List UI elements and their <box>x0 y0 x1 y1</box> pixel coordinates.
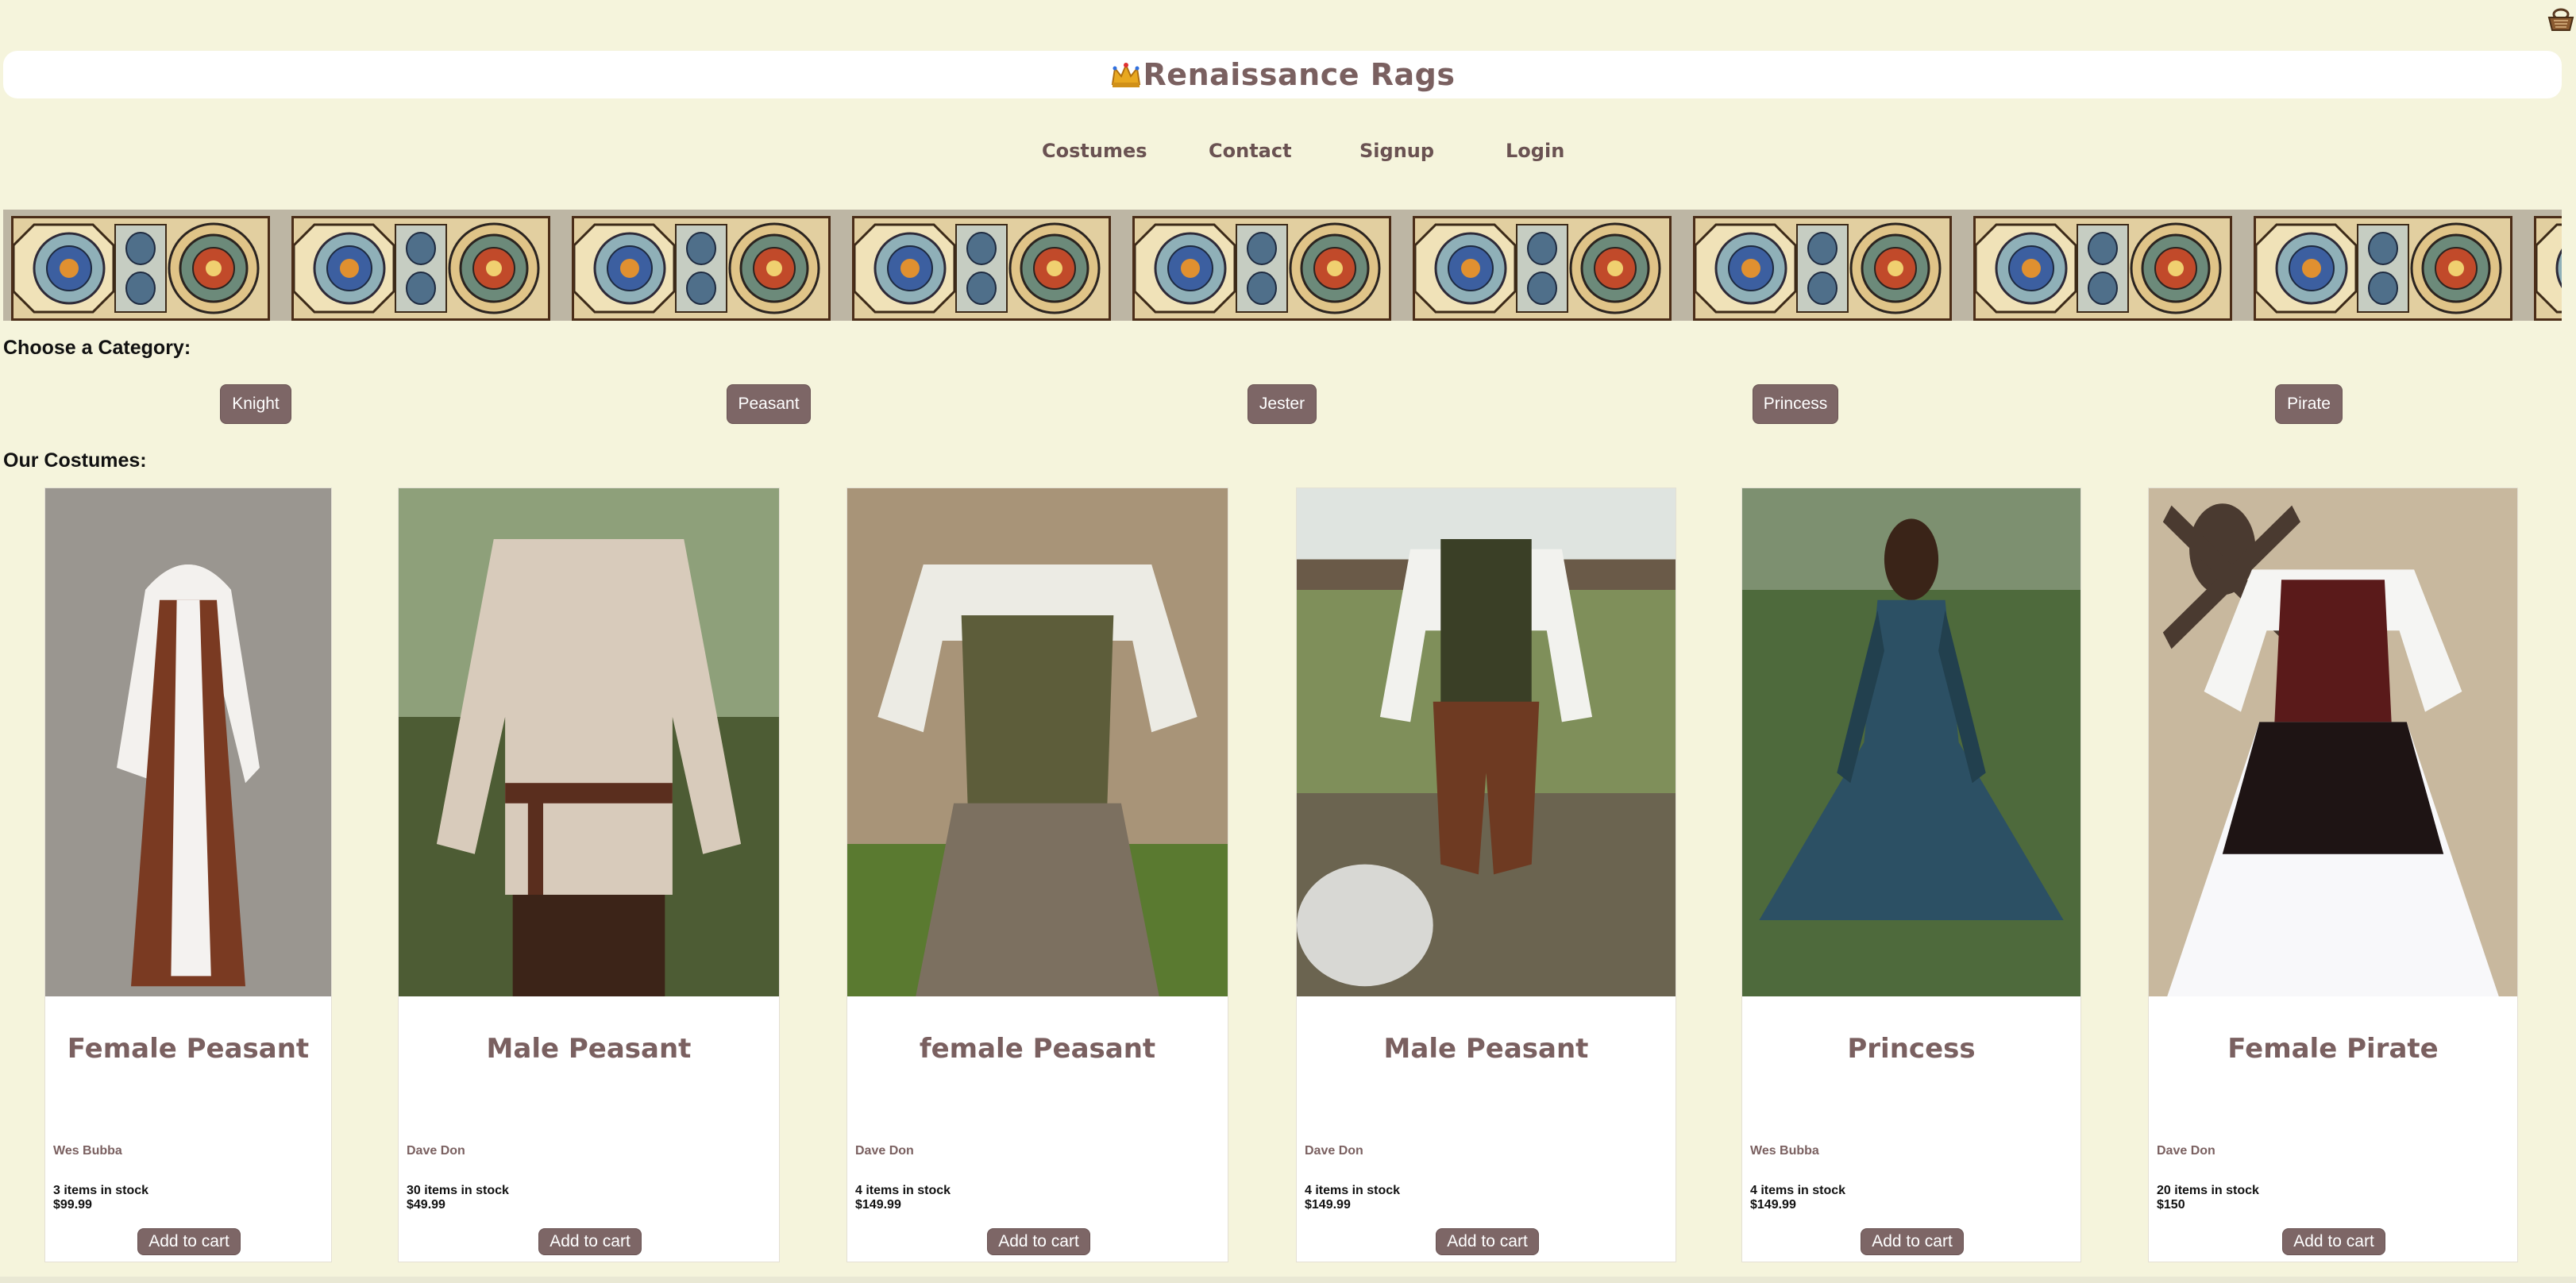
costume-price: $149.99 <box>1305 1198 1351 1212</box>
banner-tile <box>1132 216 1391 321</box>
costume-name: Female Peasant <box>67 1033 310 1065</box>
costume-stock: 4 items in stock <box>1305 1184 1401 1197</box>
costume-stock: 20 items in stock <box>2157 1184 2259 1197</box>
nav-contact[interactable]: Contact <box>1209 140 1292 162</box>
crown-icon <box>1111 63 1140 87</box>
costume-price: $149.99 <box>855 1198 901 1212</box>
costume-card: Princess Wes Bubba 4 items in stock $149.99… <box>1741 487 2081 1262</box>
add-to-cart-button[interactable]: Add to cart <box>1436 1228 1539 1255</box>
banner-tile <box>1693 216 1952 321</box>
banner-tile <box>2534 216 2562 321</box>
costume-seller: Dave Don <box>407 1144 465 1158</box>
costume-stock: 30 items in stock <box>407 1184 509 1197</box>
nav-login[interactable]: Login <box>1506 140 1564 162</box>
costume-photo[interactable] <box>847 488 1228 996</box>
costume-name: Male Peasant <box>486 1033 692 1065</box>
banner-tile <box>852 216 1111 321</box>
banner-tile <box>572 216 831 321</box>
costume-price: $149.99 <box>1750 1198 1796 1212</box>
add-to-cart-button[interactable]: Add to cart <box>2282 1228 2385 1255</box>
costume-photo[interactable] <box>399 488 779 996</box>
costume-price: $99.99 <box>53 1198 92 1212</box>
category-heading: Choose a Category: <box>3 337 191 359</box>
site-header: Renaissance Rags <box>3 51 2562 98</box>
basket-icon[interactable] <box>2547 8 2574 32</box>
banner-tile <box>1973 216 2232 321</box>
category-jester-button[interactable]: Jester <box>1248 384 1317 424</box>
costumes-heading: Our Costumes: <box>3 449 147 472</box>
costume-seller: Dave Don <box>2157 1144 2215 1158</box>
costume-card: Female Pirate Dave Don 20 items in stock $1… <box>2148 487 2518 1262</box>
category-knight-button[interactable]: Knight <box>220 384 291 424</box>
costume-photo[interactable] <box>1297 488 1676 996</box>
tile-banner <box>3 210 2562 321</box>
add-to-cart-button[interactable]: Add to cart <box>1861 1228 1964 1255</box>
costume-stock: 4 items in stock <box>1750 1184 1846 1197</box>
costume-name: Female Pirate <box>2227 1033 2439 1065</box>
costume-seller: Dave Don <box>1305 1144 1363 1158</box>
costume-photo[interactable] <box>1742 488 2080 996</box>
nav-signup[interactable]: Signup <box>1359 140 1434 162</box>
banner-tile <box>1413 216 1672 321</box>
costume-price: $49.99 <box>407 1198 445 1212</box>
costume-stock: 4 items in stock <box>855 1184 951 1197</box>
category-peasant-button[interactable]: Peasant <box>727 384 811 424</box>
costume-price: $150 <box>2157 1198 2185 1212</box>
costume-photo[interactable] <box>45 488 331 996</box>
nav-costumes[interactable]: Costumes <box>1042 140 1147 162</box>
costume-stock: 3 items in stock <box>53 1184 149 1197</box>
costume-seller: Dave Don <box>855 1144 914 1158</box>
category-princess-button[interactable]: Princess <box>1753 384 1838 424</box>
add-to-cart-button[interactable]: Add to cart <box>538 1228 642 1255</box>
costume-card: Female Peasant Wes Bubba 3 items in stock $… <box>44 487 332 1262</box>
costume-card: female Peasant Dave Don 4 items in stock $1… <box>846 487 1228 1262</box>
costume-seller: Wes Bubba <box>53 1144 122 1158</box>
banner-tile <box>291 216 550 321</box>
costume-name: Male Peasant <box>1383 1033 1589 1065</box>
site-title: Renaissance Rags <box>1143 57 1456 92</box>
banner-tile <box>2254 216 2512 321</box>
page-bottom-strip <box>0 1277 2576 1283</box>
category-pirate-button[interactable]: Pirate <box>2275 384 2343 424</box>
main-nav: Costumes Contact Signup Login <box>0 140 2576 171</box>
costume-name: Princess <box>1847 1033 1976 1065</box>
costume-name: female Peasant <box>919 1033 1156 1065</box>
costume-seller: Wes Bubba <box>1750 1144 1819 1158</box>
costume-card: Male Peasant Dave Don 4 items in stock $149… <box>1296 487 1676 1262</box>
costume-photo[interactable] <box>2149 488 2517 996</box>
banner-tile <box>11 216 270 321</box>
costume-card: Male Peasant Dave Don 30 items in stock $49… <box>398 487 780 1262</box>
add-to-cart-button[interactable]: Add to cart <box>987 1228 1090 1255</box>
add-to-cart-button[interactable]: Add to cart <box>137 1228 241 1255</box>
